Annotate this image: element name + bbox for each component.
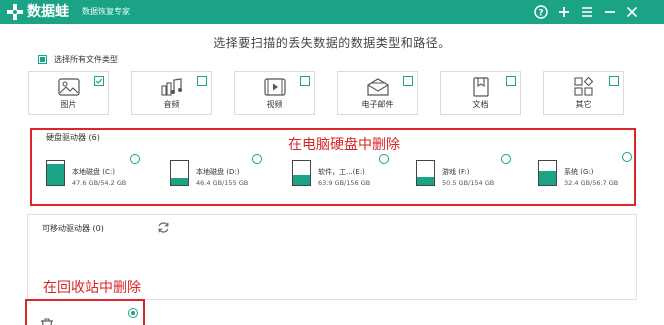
- drive-radio[interactable]: [252, 154, 262, 164]
- drive-size: 63.9 GB/156 GB: [318, 179, 371, 187]
- drive-name: 本地磁盘 (C:): [72, 168, 115, 176]
- check-icon: [95, 78, 103, 84]
- file-type-label: 文档: [472, 100, 489, 109]
- hard-drive-title: 硬盘驱动器 (6): [46, 133, 100, 142]
- drive-usage-fill: [171, 177, 188, 185]
- drive-usage-fill: [417, 177, 434, 185]
- menu-button[interactable]: [577, 2, 597, 22]
- add-button[interactable]: [554, 2, 574, 22]
- drive-usage-fill: [293, 175, 310, 185]
- help-icon: ?: [534, 5, 548, 19]
- app-name: 数据蛙: [27, 4, 69, 20]
- file-type-checkbox[interactable]: [609, 76, 619, 86]
- drive-radio[interactable]: [501, 154, 511, 164]
- minimize-icon: [605, 11, 615, 13]
- svg-text:?: ?: [538, 9, 543, 19]
- recycle-annotation: 在回收站中删除: [43, 280, 141, 296]
- plus-icon: [559, 7, 569, 17]
- drive-item[interactable]: 系统 (G:) 32.4 GB/56.7 GB: [534, 150, 654, 190]
- minimize-button[interactable]: [600, 2, 620, 22]
- file-type-card-video[interactable]: 视频: [234, 71, 315, 115]
- select-all-box[interactable]: [38, 54, 47, 64]
- file-type-label: 其它: [575, 100, 592, 109]
- drive-size: 47.6 GB/54.2 GB: [72, 179, 127, 187]
- drive-size: 50.5 GB/154 GB: [442, 179, 495, 187]
- drive-icon: [292, 160, 311, 186]
- file-type-checkbox[interactable]: [197, 76, 207, 86]
- file-type-label: 电子邮件: [361, 100, 394, 109]
- drive-item[interactable]: 软件，工...(E:) 63.9 GB/156 GB: [288, 150, 408, 190]
- recycle-bin-item[interactable]: [25, 299, 145, 325]
- drive-name: 游戏 (F:): [442, 168, 470, 176]
- close-icon: [626, 6, 638, 18]
- drive-usage-fill: [47, 164, 64, 185]
- app-logo-icon: [7, 4, 23, 20]
- select-all-label: 选择所有文件类型: [54, 54, 118, 64]
- drive-name: 本地磁盘 (D:): [196, 168, 240, 176]
- refresh-icon[interactable]: [157, 221, 170, 234]
- document-icon: [472, 77, 489, 97]
- drive-size: 46.4 GB/155 GB: [196, 179, 249, 187]
- file-type-checkbox[interactable]: [94, 76, 104, 86]
- drive-item[interactable]: 本地磁盘 (D:) 46.4 GB/155 GB: [166, 150, 286, 190]
- video-icon: [263, 78, 286, 96]
- drive-radio[interactable]: [130, 154, 140, 164]
- file-type-card-document[interactable]: 文档: [440, 71, 521, 115]
- title-bar: 数据蛙 数据恢复专家 ?: [0, 0, 664, 24]
- close-button[interactable]: [622, 2, 642, 22]
- audio-icon: [160, 78, 182, 96]
- drive-icon: [170, 160, 189, 186]
- drive-radio[interactable]: [622, 152, 632, 162]
- file-type-checkbox[interactable]: [506, 76, 516, 86]
- file-type-card-other[interactable]: 其它: [543, 71, 624, 115]
- file-type-card-image[interactable]: 图片: [28, 71, 109, 115]
- file-type-label: 音频: [163, 100, 180, 109]
- file-type-checkbox[interactable]: [300, 76, 310, 86]
- file-type-checkbox[interactable]: [403, 76, 413, 86]
- drive-radio[interactable]: [379, 154, 389, 164]
- drive-usage-fill: [539, 171, 556, 185]
- help-button[interactable]: ?: [531, 2, 551, 22]
- other-icon: [573, 77, 593, 96]
- recycle-bin-icon: [41, 318, 53, 325]
- app-subtitle: 数据恢复专家: [82, 7, 130, 16]
- drive-icon: [46, 160, 65, 186]
- instruction-text: 选择要扫描的丢失数据的数据类型和路径。: [213, 36, 451, 50]
- email-icon: [366, 78, 389, 96]
- drive-name: 系统 (G:): [564, 168, 594, 176]
- recycle-radio[interactable]: [128, 308, 138, 318]
- drive-size: 32.4 GB/56.7 GB: [564, 179, 619, 187]
- hard-drive-section: 硬盘驱动器 (6) 在电脑硬盘中删除 本地磁盘 (C:) 47.6 GB/54.…: [30, 128, 636, 206]
- drive-icon: [538, 160, 557, 186]
- drive-name: 软件，工...(E:): [318, 168, 365, 176]
- removable-title: 可移动驱动器 (0): [42, 224, 104, 233]
- drive-icon: [416, 160, 435, 186]
- select-all-checkbox[interactable]: 选择所有文件类型: [38, 53, 118, 65]
- file-type-card-audio[interactable]: 音频: [131, 71, 212, 115]
- drive-item[interactable]: 游戏 (F:) 50.5 GB/154 GB: [412, 150, 532, 190]
- file-type-label: 图片: [60, 100, 77, 109]
- file-type-label: 视频: [266, 100, 283, 109]
- image-icon: [57, 78, 80, 96]
- drive-item[interactable]: 本地磁盘 (C:) 47.6 GB/54.2 GB: [42, 150, 162, 190]
- file-type-card-email[interactable]: 电子邮件: [337, 71, 418, 115]
- menu-icon: [582, 7, 592, 17]
